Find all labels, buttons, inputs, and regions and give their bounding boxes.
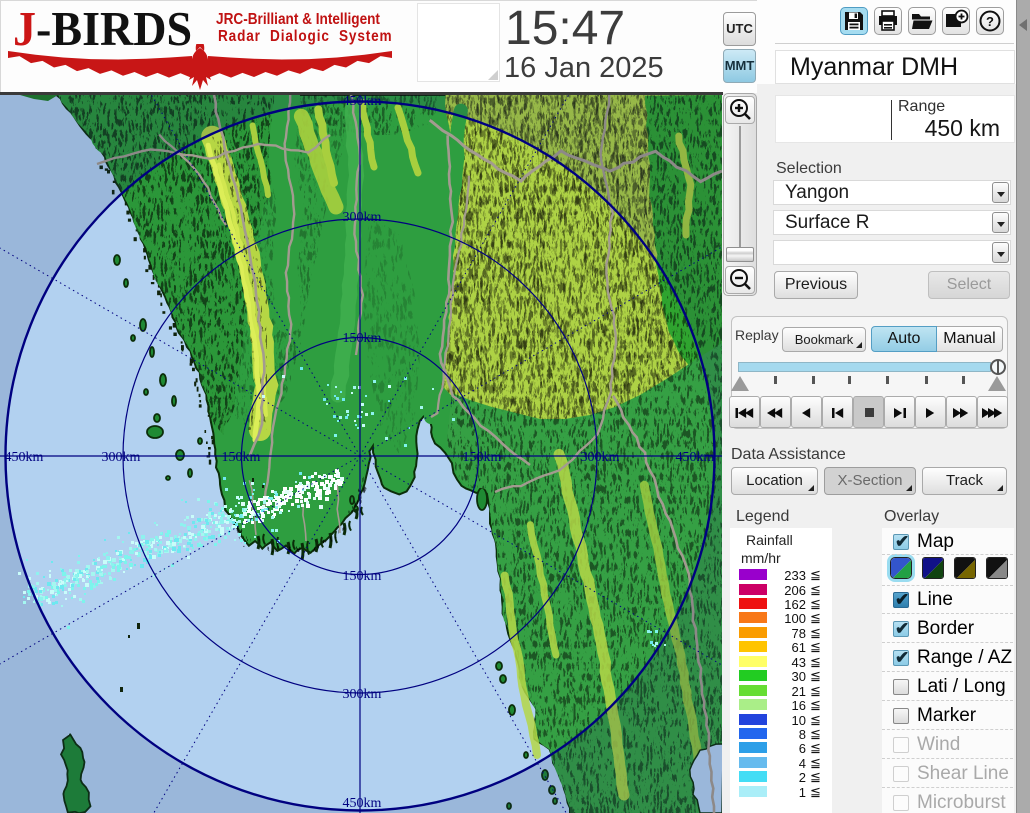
svg-text:450km: 450km [5, 450, 44, 465]
svg-text:300km: 300km [102, 450, 141, 465]
svg-text:300km: 300km [343, 210, 382, 225]
svg-text:150km: 150km [463, 450, 502, 465]
svg-text:450km: 450km [343, 796, 382, 811]
svg-text:450km: 450km [676, 450, 715, 465]
svg-text:150km: 150km [343, 331, 382, 346]
svg-text:450km: 450km [343, 95, 382, 109]
svg-text:300km: 300km [581, 450, 620, 465]
svg-text:?: ? [986, 14, 994, 29]
svg-text:300km: 300km [343, 687, 382, 702]
svg-text:150km: 150km [343, 569, 382, 584]
svg-text:150km: 150km [222, 450, 261, 465]
